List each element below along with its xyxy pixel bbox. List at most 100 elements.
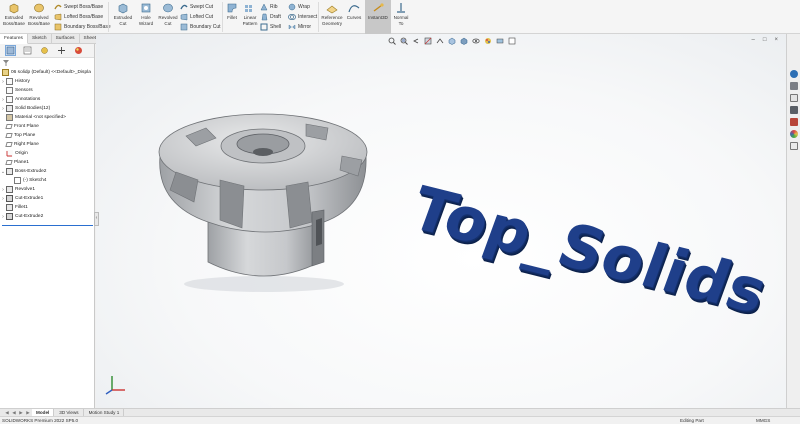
property-manager-tab-icon[interactable] [23,46,32,55]
tree-item-revolve1[interactable]: › Revolve1 [0,185,35,194]
tree-item-cut-extrude2[interactable]: › Cut-Extrude2 [0,212,43,221]
instant3d-button[interactable]: Instant3D [366,2,390,21]
zoom-to-fit-icon[interactable] [388,37,396,45]
next-tab-icon[interactable]: ▶ [18,410,24,416]
part-model-3d[interactable] [146,94,386,294]
tab-features[interactable]: Features [0,34,28,44]
mirror-button[interactable]: Mirror [288,22,311,31]
boundary-cut-button[interactable]: Boundary Cut [180,22,221,31]
design-library-icon[interactable] [790,82,798,90]
intersect-label: Intersect [298,13,318,20]
history-icon [6,78,13,85]
scenes-icon[interactable] [790,130,798,138]
tree-item-annotations[interactable]: › Annotations [0,95,40,104]
lofted-cut-button[interactable]: Lofted Cut [180,12,213,21]
hole-wizard-label: Hole Wizard [138,15,154,26]
intersect-button[interactable]: Intersect [288,12,317,21]
instant3d-icon [373,3,384,12]
tree-item-origin[interactable]: Origin [0,149,28,158]
linear-pattern-icon [245,5,252,12]
extruded-boss-button[interactable]: Extruded Boss/Base [3,2,25,27]
tab-surfaces[interactable]: Surfaces [52,34,80,44]
lofted-boss-button[interactable]: Lofted Boss/Base [54,12,103,21]
fillet-button[interactable]: Fillet [224,2,240,21]
tree-item-sensors[interactable]: Sensors [0,86,33,95]
configuration-manager-tab-icon[interactable] [40,46,49,55]
hide-show-items-icon[interactable] [472,37,480,45]
display-style-icon[interactable] [460,37,468,45]
revolved-boss-button[interactable]: Revolved Boss/Base [28,2,50,27]
tree-item-sketch4[interactable]: (-) Sketch4 [14,176,46,185]
tab-sketch[interactable]: Sketch [28,34,52,44]
file-explorer-icon[interactable] [790,94,798,102]
wrap-button[interactable]: Wrap [288,2,310,11]
appearances-icon[interactable] [790,118,798,126]
normal-to-button[interactable]: Normal To [392,2,410,27]
rollback-bar[interactable] [2,225,93,226]
part-slot [219,179,245,229]
tree-item-label: Sensors [15,88,33,93]
rib-button[interactable]: Rib [260,2,278,11]
view-palette-icon[interactable] [790,106,798,114]
draft-button[interactable]: Draft [260,12,281,21]
tree-item-material[interactable]: Material <not specified> [0,113,66,122]
tree-item-plane1[interactable]: Plane1 [0,158,29,167]
instant3d-label: Instant3D [368,15,388,20]
previous-view-icon[interactable] [412,37,420,45]
swept-cut-button[interactable]: Swept Cut [180,2,213,11]
hole-wizard-button[interactable]: Hole Wizard [136,2,156,27]
boundary-boss-label: Boundary Boss/Base [64,23,111,30]
linear-pattern-button[interactable]: Linear Pattern [240,2,260,27]
apply-scene-icon[interactable] [496,37,504,45]
boundary-boss-button[interactable]: Boundary Boss/Base [54,22,111,31]
revolved-cut-button[interactable]: Revolved Cut [158,2,178,27]
tree-part-root[interactable]: 06 solidp (Default) <<Default>_Displa [2,68,91,77]
shell-button[interactable]: Shell [260,22,281,31]
last-tab-icon[interactable]: ▶ [25,410,31,416]
tree-item-front-plane[interactable]: Front Plane [0,122,39,131]
display-manager-tab-icon[interactable] [74,46,83,55]
lofted-boss-icon [54,13,62,20]
reference-geometry-button[interactable]: Reference Geometry [320,2,344,27]
plane-icon [5,124,13,129]
tree-item-label: Solid Bodies(12) [15,106,51,111]
solidworks-resources-icon[interactable] [790,70,798,78]
curves-button[interactable]: Curves [346,2,362,21]
tree-item-fillet1[interactable]: Fillet1 [0,203,28,212]
ribbon-separator [108,2,109,32]
revolve-icon [6,186,13,193]
dimxpert-manager-tab-icon[interactable] [57,46,66,55]
dynamic-annotation-icon[interactable] [436,37,444,45]
status-bar: SOLIDWORKS Premium 2022 SP5.0 Editing Pa… [0,416,800,424]
zoom-area-icon[interactable] [400,37,408,45]
restore-icon[interactable]: □ [763,37,767,43]
feature-manager-tab-icon[interactable] [5,45,16,56]
graphics-area[interactable]: – □ × Top_Solids [96,34,786,408]
tree-item-cut-extrude1[interactable]: › Cut-Extrude1 [0,194,43,203]
minimize-icon[interactable]: – [752,37,755,43]
boundary-boss-icon [54,23,62,30]
edit-appearance-icon[interactable] [484,37,492,45]
tree-item-boss-extrude2[interactable]: ⌄ Boss-Extrude2 [0,167,46,176]
close-icon[interactable]: × [774,37,778,43]
filter-icon[interactable] [2,59,10,67]
custom-properties-icon[interactable] [790,142,798,150]
panel-collapse-handle[interactable]: ‹ [94,212,99,226]
top-solids-3d-text[interactable]: Top_Solids [402,174,777,328]
view-settings-icon[interactable] [508,37,516,45]
normal-to-label: Normal To [393,15,409,26]
swept-boss-button[interactable]: Swept Boss/Base [54,2,103,11]
draft-icon [261,13,268,20]
fillet-feature-icon [6,204,13,211]
tree-item-right-plane[interactable]: Right Plane [0,140,39,149]
extruded-cut-button[interactable]: Extruded Cut [112,2,134,27]
status-units[interactable]: MMGS [756,418,770,423]
first-tab-icon[interactable]: ◀ [4,410,10,416]
plane-icon [5,133,13,138]
tree-item-top-plane[interactable]: Top Plane [0,131,35,140]
tree-item-solid-bodies[interactable]: › Solid Bodies(12) [0,104,50,113]
tree-item-history[interactable]: › History [0,77,30,86]
prev-tab-icon[interactable]: ◀ [11,410,17,416]
view-orientation-icon[interactable] [448,37,456,45]
section-view-icon[interactable] [424,37,432,45]
